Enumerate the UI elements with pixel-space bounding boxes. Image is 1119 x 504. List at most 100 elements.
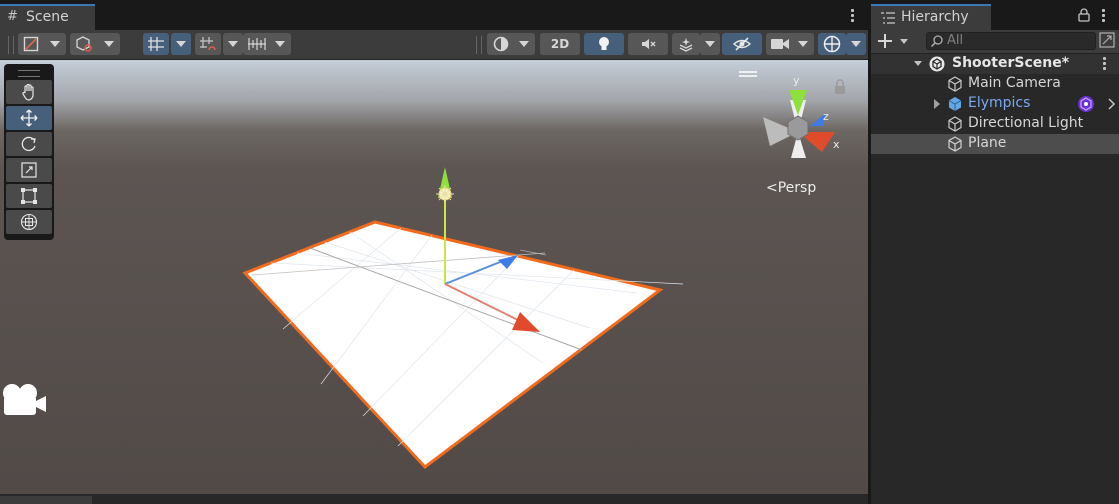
chevron-down-icon — [275, 41, 285, 47]
orientation-gizmo[interactable]: y z x — [763, 74, 840, 158]
chevron-down-icon — [705, 41, 715, 47]
transform-tool-button[interactable] — [6, 210, 52, 234]
gameobject-cube-icon — [948, 116, 962, 132]
scene-tab-bar — [0, 0, 868, 30]
hierarchy-item-plane[interactable]: Plane — [871, 134, 1119, 154]
hand-tool-button[interactable] — [6, 80, 52, 104]
lock-icon[interactable] — [1078, 8, 1090, 22]
chevron-down-icon — [50, 41, 60, 47]
grid-hash-icon: # — [7, 9, 18, 24]
lighting-toggle[interactable] — [584, 33, 624, 55]
scene-row-menu-icon[interactable] — [1101, 55, 1107, 75]
hierarchy-item-label: Directional Light — [968, 115, 1084, 131]
hierarchy-item-label: Plane — [968, 135, 1007, 151]
rect-transform-icon — [21, 188, 37, 204]
sphere-shading-icon — [493, 36, 509, 52]
tools-overlay — [4, 64, 54, 240]
rotate-tool-button[interactable] — [6, 132, 52, 156]
chevron-down-icon — [104, 41, 114, 47]
scene-tab-label: Scene — [26, 9, 69, 25]
grid-snapping-toggle[interactable] — [143, 33, 169, 55]
unity-scene-icon — [929, 56, 945, 72]
hierarchy-item-directional-light[interactable]: Directional Light — [871, 114, 1119, 134]
hierarchy-scene-row[interactable]: ShooterScene* — [871, 54, 1119, 74]
gizmo-globe-icon — [823, 35, 841, 53]
create-dropdown[interactable] — [878, 32, 914, 50]
hierarchy-tab-label: Hierarchy — [901, 9, 969, 25]
chevron-down-icon — [900, 39, 908, 44]
render-mode-dropdown[interactable] — [70, 33, 120, 55]
draw-mode-dropdown[interactable] — [18, 33, 66, 55]
move-tool-button[interactable] — [6, 106, 52, 130]
increment-snap-dropdown[interactable] — [223, 33, 243, 55]
gizmos-toggle[interactable] — [818, 33, 846, 55]
scale-tool-button[interactable] — [6, 158, 52, 182]
camera-gizmo-icon[interactable] — [3, 384, 46, 415]
scene-toolbar: 2D — [0, 30, 868, 60]
view-2d-toggle[interactable]: 2D — [540, 33, 580, 55]
increment-snap-toggle[interactable] — [195, 33, 221, 55]
gizmo-y-label: y — [793, 74, 800, 87]
scene-bottom-bar — [0, 494, 868, 504]
expand-view-icon[interactable] — [1099, 32, 1115, 48]
expand-arrow-right-icon[interactable] — [933, 99, 941, 109]
chevron-right-icon[interactable] — [1108, 98, 1116, 110]
prefab-cube-icon — [948, 97, 962, 111]
audio-toggle[interactable] — [628, 33, 668, 55]
elympics-logo-icon — [1078, 96, 1094, 112]
ruler-snap-dropdown[interactable] — [243, 33, 291, 55]
effects-dropdown[interactable] — [700, 33, 720, 55]
rotate-icon — [21, 136, 36, 152]
hierarchy-search-input[interactable]: All — [926, 32, 1096, 50]
hand-icon — [22, 83, 34, 101]
lightbulb-icon — [599, 37, 609, 50]
hierarchy-list-icon — [881, 12, 895, 24]
hierarchy-item-main-camera[interactable]: Main Camera — [871, 74, 1119, 94]
lock-icon[interactable] — [835, 79, 845, 94]
video-camera-icon — [771, 39, 789, 49]
selected-plane[interactable] — [242, 220, 664, 470]
scene-visibility-toggle[interactable] — [722, 33, 762, 55]
ruler-icon — [248, 38, 266, 50]
scene-name: ShooterScene* — [952, 55, 1070, 71]
gameobject-cube-icon — [948, 136, 962, 152]
audio-muted-icon — [642, 39, 656, 49]
move-arrows-icon — [20, 109, 38, 127]
expand-arrow-icon[interactable] — [914, 61, 922, 66]
perspective-toggle[interactable]: <Persp — [766, 180, 816, 196]
effects-toggle[interactable] — [672, 33, 700, 55]
chevron-down-icon — [176, 41, 186, 47]
overlay-menu-icon[interactable] — [739, 71, 757, 77]
scene-more-menu-icon[interactable] — [849, 7, 855, 27]
bottom-panel-tab[interactable] — [0, 496, 92, 504]
plus-icon — [878, 34, 892, 48]
hierarchy-item-elympics[interactable]: Elympics — [871, 94, 1119, 114]
tab-scene[interactable]: # Scene — [0, 4, 95, 30]
chevron-down-icon — [228, 41, 238, 47]
chevron-down-icon — [798, 41, 808, 47]
chevron-left-icon: < — [766, 180, 778, 196]
hierarchy-more-menu-icon[interactable] — [1100, 7, 1106, 27]
gameobject-cube-icon — [948, 76, 962, 92]
gizmo-z-label: z — [823, 110, 829, 123]
scene-canvas[interactable]: y z x — [0, 60, 868, 494]
scene-camera-dropdown[interactable] — [766, 33, 814, 55]
scene-viewport[interactable]: y z x — [0, 60, 868, 494]
transform-icon — [20, 213, 38, 231]
rect-tool-button[interactable] — [6, 184, 52, 208]
overlay-grip-icon[interactable] — [18, 70, 40, 77]
effects-layers-icon — [679, 38, 693, 52]
search-icon — [930, 35, 943, 48]
gizmos-dropdown[interactable] — [846, 33, 866, 55]
grid-snapping-dropdown[interactable] — [171, 33, 191, 55]
shading-mode-dropdown[interactable] — [487, 33, 535, 55]
hidden-eye-icon — [732, 37, 752, 51]
tab-hierarchy[interactable]: Hierarchy — [871, 4, 991, 30]
gizmo-x-label: x — [833, 138, 840, 151]
scale-icon — [21, 162, 37, 178]
toolbar-grip-icon[interactable] — [476, 36, 482, 54]
search-placeholder: All — [947, 33, 964, 48]
toolbar-grip-icon[interactable] — [8, 36, 14, 54]
hierarchy-item-label: Main Camera — [968, 75, 1061, 91]
light-gizmo-icon[interactable] — [436, 185, 454, 203]
